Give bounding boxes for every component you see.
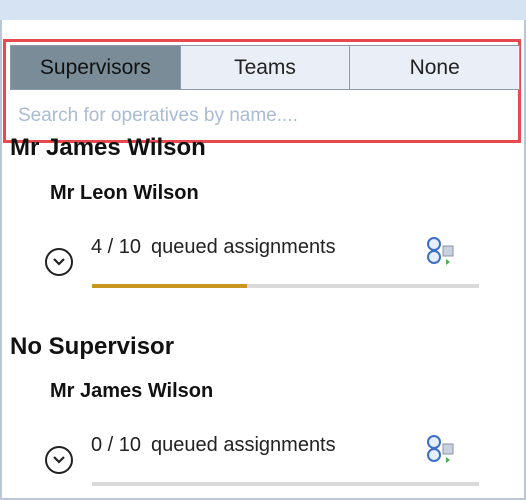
tab-teams[interactable]: Teams [179,45,350,90]
operative-name: Mr James Wilson [50,380,214,402]
search-input[interactable] [10,97,526,135]
group-title: No Supervisor [10,333,175,360]
queue-label: queued assignments [151,236,336,258]
chevron-down-icon [53,456,65,464]
queue-status: 0 / 10 queued assignments [91,434,336,457]
operative-name: Mr Leon Wilson [50,182,199,204]
grouping-tabs: Supervisors Teams None [10,45,521,90]
window-title-strip [0,0,526,20]
chevron-down-icon [53,258,65,266]
queue-count: 4 / 10 [91,236,142,258]
reassign-operative-icon[interactable] [422,236,458,266]
queue-progress-bar [92,482,479,486]
operatives-panel: Supervisors Teams None Mr James Wilson M… [0,20,526,500]
tab-supervisors[interactable]: Supervisors [10,45,180,90]
expand-button[interactable] [45,248,73,276]
queue-count: 0 / 10 [91,434,142,456]
filter-section: Supervisors Teams None [3,39,526,143]
queue-label: queued assignments [151,434,336,456]
queue-progress-fill [92,284,247,288]
expand-button[interactable] [45,446,73,474]
queue-status: 4 / 10 queued assignments [91,236,336,259]
reassign-operative-icon[interactable] [422,434,458,464]
group-title: Mr James Wilson [10,134,206,161]
queue-progress-bar [92,284,479,288]
tab-none[interactable]: None [349,45,521,90]
